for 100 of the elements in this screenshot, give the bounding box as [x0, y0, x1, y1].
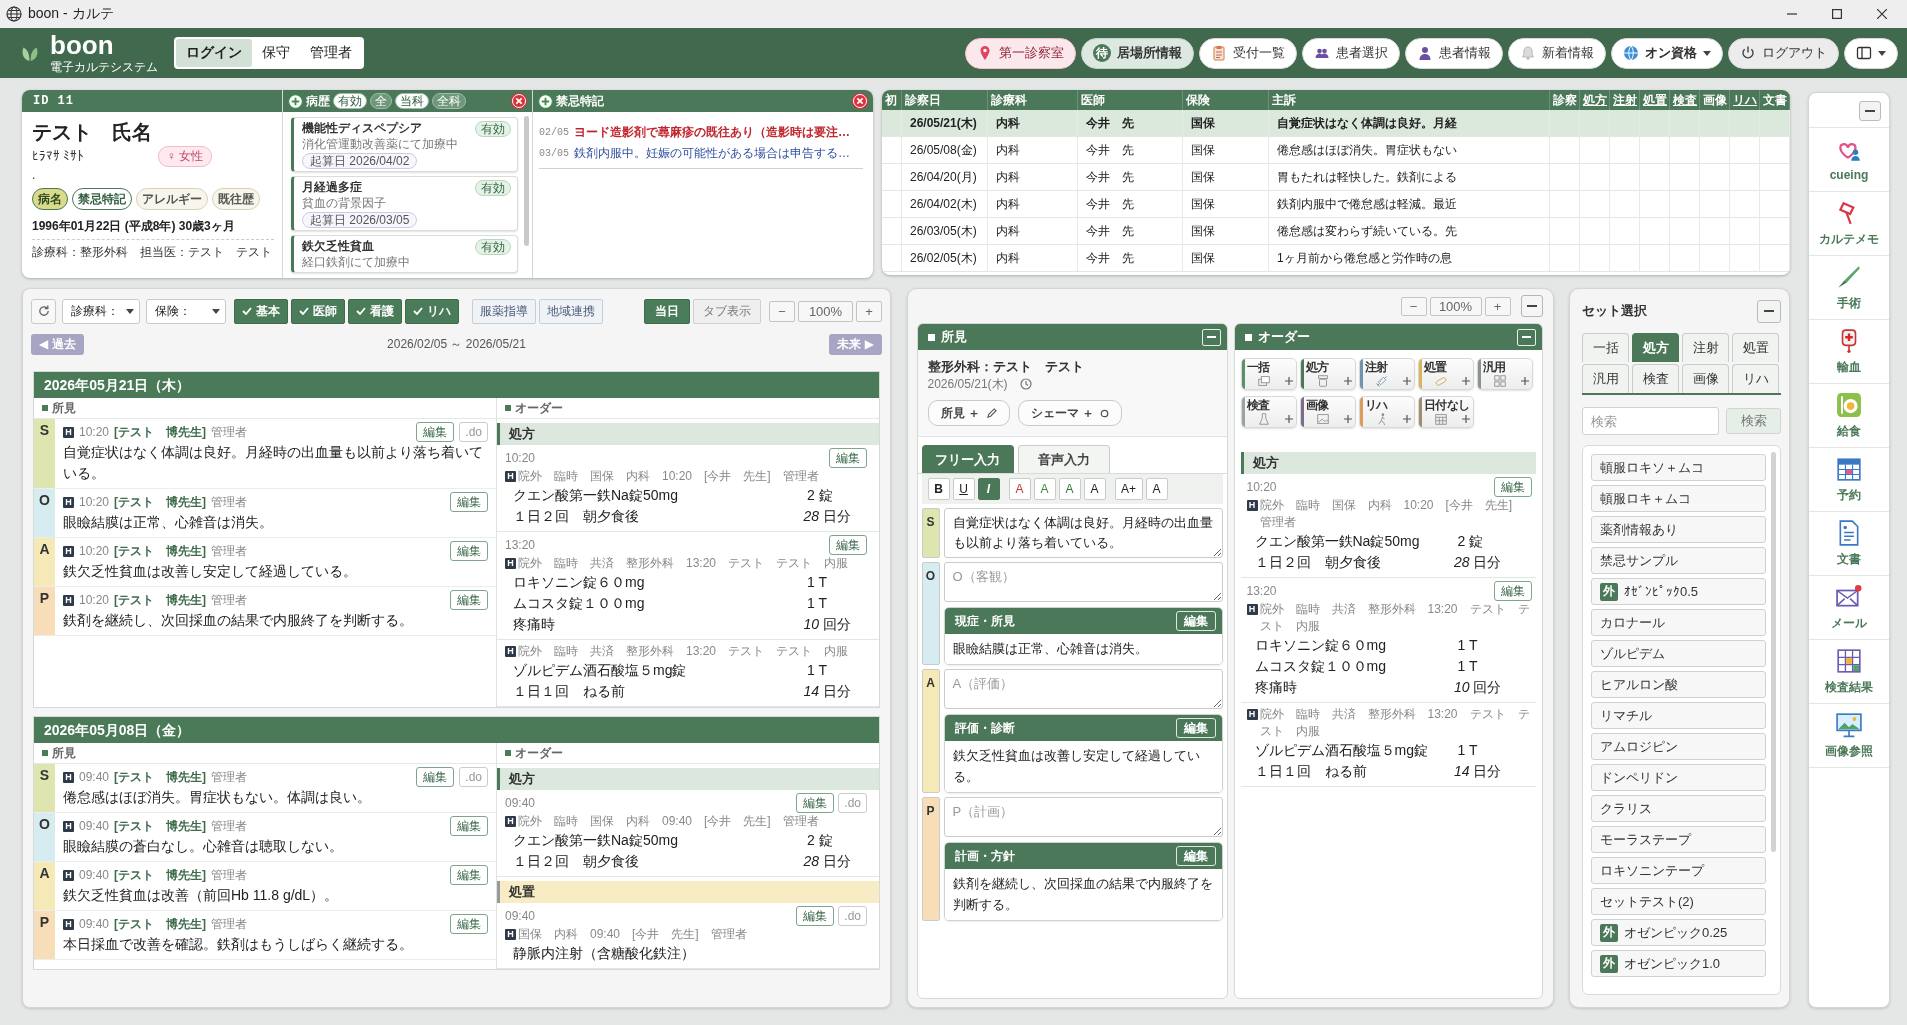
- tab-view-button[interactable]: タブ表示: [693, 298, 761, 324]
- edit-button[interactable]: 編集: [450, 492, 488, 512]
- cueing-button[interactable]: cueing: [1809, 128, 1889, 192]
- filter-select[interactable]: 保険：: [146, 298, 226, 324]
- filter-toggle[interactable]: 基本: [234, 298, 288, 324]
- set-item[interactable]: 外 オゼンピック1.0: [1591, 950, 1766, 977]
- note-input-field[interactable]: 自覚症状はなく体調は良好。月経時の出血量も以前より落ち着いている。: [943, 508, 1223, 558]
- format-button[interactable]: B: [927, 478, 950, 500]
- column-header[interactable]: 処方: [1580, 90, 1610, 110]
- info-tag-button[interactable]: アレルギー: [136, 188, 208, 210]
- zoom-out-button[interactable]: −: [1400, 296, 1427, 316]
- format-button[interactable]: A+: [1114, 478, 1143, 500]
- set-item[interactable]: カロナール: [1591, 609, 1766, 636]
- note-input-field[interactable]: P（計画）: [943, 797, 1223, 837]
- order-type-button[interactable]: リハ: [1358, 396, 1415, 428]
- scrollbar[interactable]: [1771, 452, 1776, 852]
- zoom-out-button[interactable]: −: [769, 300, 795, 322]
- visit-row[interactable]: 26/04/02(木) 内科 今井 先 国保 鉄剤内服中で倦怠感は軽減。最近: [882, 191, 1790, 218]
- location-button[interactable]: 待 居場所情報: [1081, 37, 1194, 69]
- set-category-tab[interactable]: 画像: [1682, 364, 1729, 393]
- set-category-tab[interactable]: 注射: [1682, 333, 1729, 362]
- mode-tab[interactable]: 管理者: [300, 39, 362, 67]
- set-category-tab[interactable]: 検査: [1632, 364, 1679, 393]
- note-input-field[interactable]: A（評価）: [943, 669, 1223, 709]
- set-item[interactable]: ドンペリドン: [1591, 764, 1766, 791]
- set-category-tab[interactable]: リハ: [1732, 364, 1779, 393]
- edit-button[interactable]: 編集: [450, 914, 488, 934]
- edit-button[interactable]: 編集: [829, 535, 867, 555]
- input-mode-tab[interactable]: フリー入力: [921, 445, 1014, 473]
- set-category-tab[interactable]: 処方: [1632, 333, 1679, 362]
- qualification-button[interactable]: オン資格: [1611, 37, 1723, 69]
- set-item[interactable]: クラリス: [1591, 795, 1766, 822]
- edit-button[interactable]: 編集: [416, 422, 455, 442]
- order-type-button[interactable]: 汎用: [1476, 358, 1533, 390]
- note-input-field[interactable]: O（客観）: [943, 562, 1223, 602]
- add-schema-button[interactable]: シェーマ ＋: [1017, 400, 1123, 426]
- edit-button[interactable]: 編集: [450, 865, 488, 885]
- column-header[interactable]: 注射: [1610, 90, 1640, 110]
- order-type-button[interactable]: 検査: [1240, 396, 1297, 428]
- edit-button[interactable]: 編集: [796, 793, 835, 813]
- format-button[interactable]: U: [952, 478, 975, 500]
- edit-button[interactable]: 編集: [450, 541, 488, 561]
- set-item[interactable]: アムロジピン: [1591, 733, 1766, 760]
- close-icon[interactable]: [1877, 9, 1887, 19]
- set-item[interactable]: 禁忌サンプル: [1591, 547, 1766, 574]
- edit-button[interactable]: 編集: [1493, 581, 1532, 601]
- collapse-button[interactable]: [1520, 295, 1543, 317]
- transfusion-button[interactable]: 輸血: [1809, 320, 1889, 384]
- edit-button[interactable]: 編集: [450, 816, 488, 836]
- layout-button[interactable]: [1844, 37, 1898, 69]
- filter-toggle[interactable]: 服薬指導: [472, 298, 536, 324]
- visit-row[interactable]: 26/03/05(木) 内科 今井 先 国保 倦怠感は変わらず続いている。先: [882, 218, 1790, 245]
- disease-card[interactable]: 月経過多症 有効 貧血の背景因子 起算日 2026/03/05: [291, 176, 518, 231]
- set-item[interactable]: 外 オゼンピック0.25: [1591, 919, 1766, 946]
- news-button[interactable]: 新着情報: [1508, 37, 1606, 69]
- edit-button[interactable]: 編集: [1175, 611, 1216, 631]
- filter-toggle[interactable]: 医師: [291, 298, 345, 324]
- filter-toggle[interactable]: 地域連携: [539, 298, 603, 324]
- set-category-tab[interactable]: 汎用: [1582, 364, 1629, 393]
- meal-button[interactable]: 給食: [1809, 384, 1889, 448]
- add-finding-button[interactable]: 所見 ＋: [927, 400, 1010, 426]
- edit-button[interactable]: 編集: [1175, 846, 1216, 866]
- set-item[interactable]: モーラステープ: [1591, 826, 1766, 853]
- set-item[interactable]: 外 ｵｾﾞﾝﾋﾟｯｸ0.5: [1591, 578, 1766, 605]
- filter-chip[interactable]: 有効: [333, 93, 367, 109]
- set-category-tab[interactable]: 処置: [1732, 333, 1779, 362]
- set-item[interactable]: セットテスト(2): [1591, 888, 1766, 915]
- zoom-in-button[interactable]: +: [856, 300, 882, 322]
- surgery-button[interactable]: 手術: [1809, 256, 1889, 320]
- visit-row[interactable]: 26/04/20(月) 内科 今井 先 国保 胃もたれは軽快した。鉄剤による: [882, 164, 1790, 191]
- order-type-button[interactable]: 処方: [1299, 358, 1356, 390]
- set-item[interactable]: 薬剤情報あり: [1591, 516, 1766, 543]
- reception-list-button[interactable]: 受付一覧: [1199, 37, 1297, 69]
- format-button[interactable]: I: [977, 478, 1000, 500]
- format-button[interactable]: A: [1058, 478, 1081, 500]
- format-button[interactable]: A: [1008, 478, 1031, 500]
- visit-row[interactable]: 26/05/21(木) 内科 今井 先 国保 自覚症状はなく体調は良好。月経: [882, 110, 1790, 137]
- info-tag-button[interactable]: 禁忌特記: [72, 188, 132, 210]
- filter-toggle[interactable]: 看護: [348, 298, 402, 324]
- visit-row[interactable]: 26/05/08(金) 内科 今井 先 国保 倦怠感はほぼ消失。胃症状もない: [882, 137, 1790, 164]
- filter-select[interactable]: 診療科：: [62, 298, 140, 324]
- maximize-icon[interactable]: [1832, 9, 1842, 19]
- today-button[interactable]: 当日: [644, 298, 690, 324]
- add-icon[interactable]: [538, 93, 553, 109]
- collapse-button[interactable]: [1859, 101, 1881, 121]
- edit-button[interactable]: 編集: [450, 590, 488, 610]
- edit-button[interactable]: 編集: [1175, 718, 1216, 738]
- set-item[interactable]: リマチル: [1591, 702, 1766, 729]
- column-header[interactable]: 処置: [1640, 90, 1670, 110]
- set-item[interactable]: ロキソニンテープ: [1591, 857, 1766, 884]
- filter-toggle[interactable]: リハ: [405, 298, 459, 324]
- order-type-button[interactable]: 日付なし: [1417, 396, 1474, 428]
- appointment-button[interactable]: 予約: [1809, 448, 1889, 512]
- set-item[interactable]: ゾルピデム: [1591, 640, 1766, 667]
- set-item[interactable]: 頓服ロキソ＋ムコ: [1591, 454, 1766, 481]
- order-type-button[interactable]: 注射: [1358, 358, 1415, 390]
- image-viewer-button[interactable]: 画像参照: [1809, 704, 1889, 768]
- edit-button[interactable]: 編集: [1493, 477, 1532, 497]
- visit-row[interactable]: 26/02/05(木) 内科 今井 先 国保 1ヶ月前から倦怠感と労作時の息: [882, 245, 1790, 272]
- lab-results-button[interactable]: 検査結果: [1809, 640, 1889, 704]
